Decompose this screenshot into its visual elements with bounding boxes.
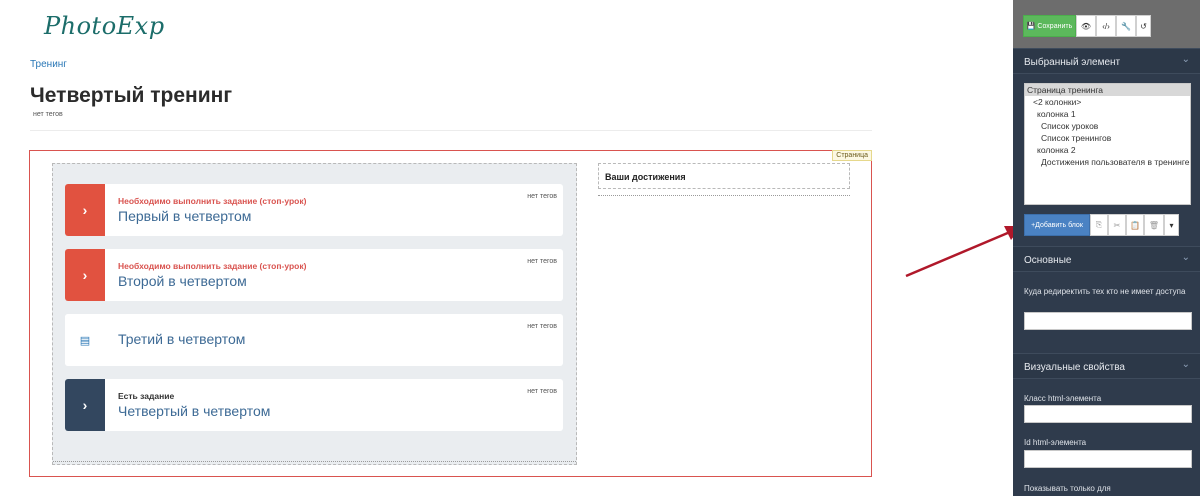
redirect-label: Куда редиректить тех кто не имеет доступ… [1024,287,1186,296]
chevron-down-icon[interactable]: ⌄ [1182,54,1190,65]
tree-item[interactable]: Список тренингов [1025,132,1190,144]
preview-eye-icon[interactable]: 👁 [1076,15,1096,37]
class-input[interactable] [1024,405,1192,423]
main-section[interactable]: Основные ⌄ [1013,246,1200,272]
tree-item[interactable]: Достижения пользователя в тренинге [1025,156,1190,168]
editor-panel: 💾 Сохранить 👁 ‹/› 🔧 ↺ Выбранный элемент … [1013,0,1200,496]
add-block-button[interactable]: +Добавить блок [1024,214,1090,236]
tree-item[interactable]: Список уроков [1025,120,1190,132]
code-icon[interactable]: ‹/› [1096,15,1116,37]
tree-item[interactable]: колонка 1 [1025,108,1190,120]
editor-toolbar: 💾 Сохранить 👁 ‹/› 🔧 ↺ [1013,0,1200,48]
section-title: Основные [1024,255,1072,266]
class-label: Класс html-элемента [1024,394,1102,403]
tree-item[interactable]: Страница тренинга [1025,84,1190,96]
section-title: Визуальные свойства [1024,362,1125,373]
visual-properties-section[interactable]: Визуальные свойства ⌄ [1013,353,1200,379]
id-input[interactable] [1024,450,1192,468]
show-only-label: Показывать только для [1024,484,1111,493]
dropdown-caret-icon[interactable]: ▾ [1164,214,1179,236]
selected-element-section[interactable]: Выбранный элемент ⌄ [1013,48,1200,74]
cut-icon[interactable]: ✂ [1108,214,1126,236]
chevron-down-icon[interactable]: ⌄ [1182,359,1190,370]
tree-item[interactable]: колонка 2 [1025,144,1190,156]
id-label: Id html-элемента [1024,438,1087,447]
chevron-down-icon[interactable]: ⌄ [1182,252,1190,263]
save-button[interactable]: 💾 Сохранить [1023,15,1076,37]
trash-icon[interactable]: 🗑 [1144,214,1164,236]
copy-icon[interactable]: ⎘ [1090,214,1108,236]
redirect-input[interactable] [1024,312,1192,330]
paste-icon[interactable]: 📋 [1126,214,1144,236]
section-title: Выбранный элемент [1024,57,1121,68]
undo-icon[interactable]: ↺ [1136,15,1151,37]
page-root: PhotoExp Тренинг Четвертый тренинг нет т… [0,0,1200,496]
tree-item[interactable]: <2 колонки> [1025,96,1190,108]
element-tree[interactable]: Страница тренинга <2 колонки> колонка 1 … [1024,83,1191,205]
wrench-icon[interactable]: 🔧 [1116,15,1136,37]
